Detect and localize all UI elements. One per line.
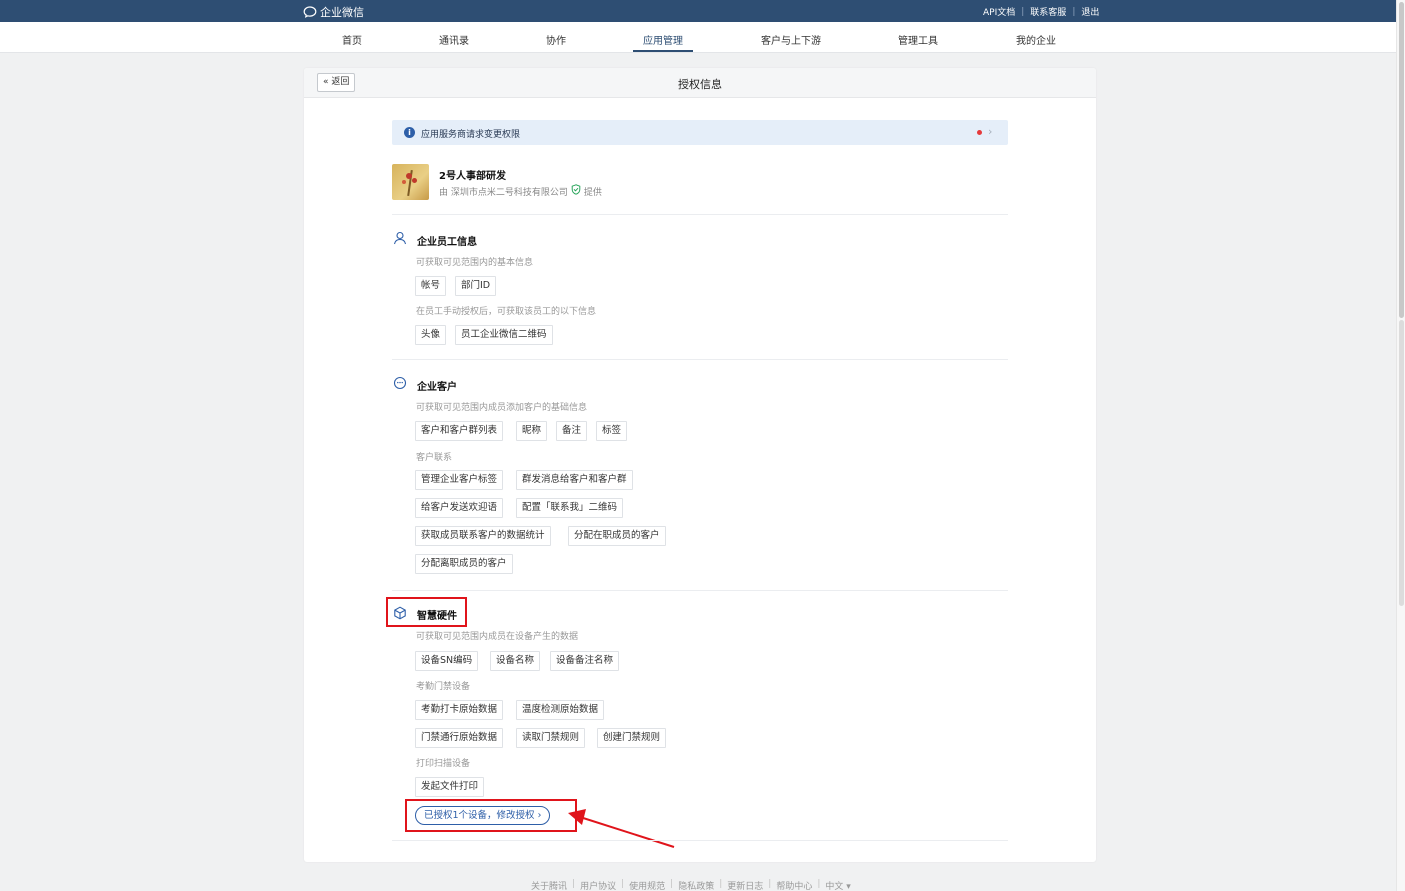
- footer-links: 关于腾讯 | 用户协议 | 使用规范 | 隐私政策 | 更新日志 | 帮助中心 …: [531, 879, 851, 891]
- info-icon: i: [404, 127, 415, 138]
- user-icon: [393, 231, 407, 245]
- top-bar: 企业微信 API文档 | 联系客服 | 退出: [0, 0, 1396, 22]
- main-nav: 首页 通讯录 协作 应用管理 客户与上下游 管理工具 我的企业: [0, 22, 1396, 53]
- section-title-hardware: 智慧硬件: [417, 611, 457, 622]
- nav-app-management[interactable]: 应用管理: [643, 32, 683, 47]
- permission-tag: 备注: [556, 421, 588, 441]
- nav-home[interactable]: 首页: [342, 32, 362, 47]
- active-tab-indicator: [633, 50, 693, 52]
- chat-icon: [393, 376, 407, 390]
- separator: |: [1021, 6, 1025, 17]
- footer-link-about[interactable]: 关于腾讯: [531, 879, 567, 891]
- separator: |: [719, 879, 723, 889]
- separator: |: [572, 879, 576, 889]
- permission-tag: 创建门禁规则: [597, 728, 667, 748]
- footer-link-help[interactable]: 帮助中心: [776, 879, 812, 891]
- logout-link[interactable]: 退出: [1081, 5, 1099, 18]
- language-select[interactable]: 中文 ▾: [825, 879, 850, 891]
- contact-support-link[interactable]: 联系客服: [1030, 5, 1066, 18]
- app-name: 2号人事部研发: [439, 171, 506, 182]
- separator: |: [621, 879, 625, 889]
- divider: [392, 359, 1008, 360]
- divider: [392, 840, 1008, 841]
- permission-tag: 设备备注名称: [550, 651, 620, 671]
- brand-name: 企业微信: [320, 6, 364, 19]
- nav-customers-upstream[interactable]: 客户与上下游: [761, 32, 821, 47]
- provider-suffix: 提供: [583, 187, 602, 198]
- permission-tag: 分配离职成员的客户: [415, 554, 513, 574]
- permission-tag: 温度检测原始数据: [516, 700, 605, 720]
- permission-tag: 昵称: [516, 421, 548, 441]
- provider-name: 由 深圳市点米二号科技有限公司: [439, 187, 568, 198]
- permission-tag: 群发消息给客户和客户群: [516, 470, 633, 490]
- permission-tag: 给客户发送欢迎语: [415, 498, 504, 518]
- permission-change-banner[interactable]: i 应用服务商请求变更权限 ›: [392, 120, 1008, 145]
- nav-management-tools[interactable]: 管理工具: [898, 32, 938, 47]
- section-subtitle: 可获取可见范围内成员添加客户的基础信息: [416, 403, 588, 413]
- permission-tag: 读取门禁规则: [516, 728, 586, 748]
- card-header: « 返回 授权信息: [304, 68, 1096, 98]
- permission-tag: 分配在职成员的客户: [568, 526, 666, 546]
- api-docs-link[interactable]: API文档: [983, 5, 1015, 18]
- footer-link-user-agreement[interactable]: 用户协议: [580, 879, 616, 891]
- page-title: 授权信息: [678, 78, 722, 91]
- permission-tag: 管理企业客户标签: [415, 470, 504, 490]
- chevron-right-icon: ›: [988, 125, 993, 138]
- divider: [392, 590, 1008, 591]
- separator: |: [670, 879, 674, 889]
- modify-authorization-button[interactable]: 已授权1个设备，修改授权 ›: [415, 806, 551, 825]
- permission-tag: 配置「联系我」二维码: [516, 498, 624, 518]
- app-logo: [392, 164, 429, 200]
- permission-tag: 员工企业微信二维码: [455, 325, 553, 345]
- permission-tag: 发起文件打印: [415, 777, 485, 797]
- banner-text: 应用服务商请求变更权限: [421, 130, 521, 140]
- brand-logo[interactable]: 企业微信: [303, 4, 364, 20]
- footer-link-privacy[interactable]: 隐私政策: [678, 879, 714, 891]
- cube-icon: [394, 606, 406, 620]
- section-subtitle: 考勤门禁设备: [416, 682, 471, 692]
- permission-tag: 设备SN编码: [415, 651, 479, 671]
- scrollbar-thumb[interactable]: [1399, 2, 1404, 318]
- notification-dot: [977, 130, 982, 135]
- nav-contacts[interactable]: 通讯录: [439, 32, 469, 47]
- section-subtitle: 在员工手动授权后，可获取该员工的以下信息: [416, 307, 597, 317]
- divider: [392, 214, 1008, 215]
- separator: |: [768, 879, 772, 889]
- separator: |: [1072, 6, 1076, 17]
- permission-tag: 帐号: [415, 276, 447, 296]
- permission-tag: 设备名称: [490, 651, 541, 671]
- scrollbar-thumb-secondary: [1399, 320, 1404, 606]
- section-subtitle: 客户联系: [416, 453, 453, 463]
- red-arrow-annotation: [568, 809, 675, 848]
- separator: |: [817, 879, 821, 889]
- section-subtitle: 可获取可见范围内的基本信息: [416, 258, 534, 268]
- chat-bubble-icon: [303, 6, 317, 18]
- section-title-customer: 企业客户: [417, 382, 457, 393]
- permission-tag: 头像: [415, 325, 447, 345]
- permission-tag: 客户和客户群列表: [415, 421, 504, 441]
- top-links: API文档 | 联系客服 | 退出: [983, 5, 1099, 19]
- section-subtitle: 可获取可见范围内成员在设备产生的数据: [416, 632, 579, 642]
- permission-tag: 考勤打卡原始数据: [415, 700, 504, 720]
- permission-tag: 部门ID: [455, 276, 497, 296]
- permission-tag: 门禁通行原始数据: [415, 728, 504, 748]
- verified-shield-icon: [571, 184, 581, 198]
- permission-tag: 标签: [596, 421, 628, 441]
- permission-tag: 获取成员联系客户的数据统计: [415, 526, 551, 546]
- footer-link-usage-rules[interactable]: 使用规范: [629, 879, 665, 891]
- footer-link-changelog[interactable]: 更新日志: [727, 879, 763, 891]
- nav-my-company[interactable]: 我的企业: [1016, 32, 1056, 47]
- app-provider: 由 深圳市点米二号科技有限公司 提供: [439, 184, 602, 198]
- section-subtitle: 打印扫描设备: [416, 759, 471, 769]
- section-title-employee: 企业员工信息: [417, 237, 477, 248]
- nav-collaboration[interactable]: 协作: [546, 32, 566, 47]
